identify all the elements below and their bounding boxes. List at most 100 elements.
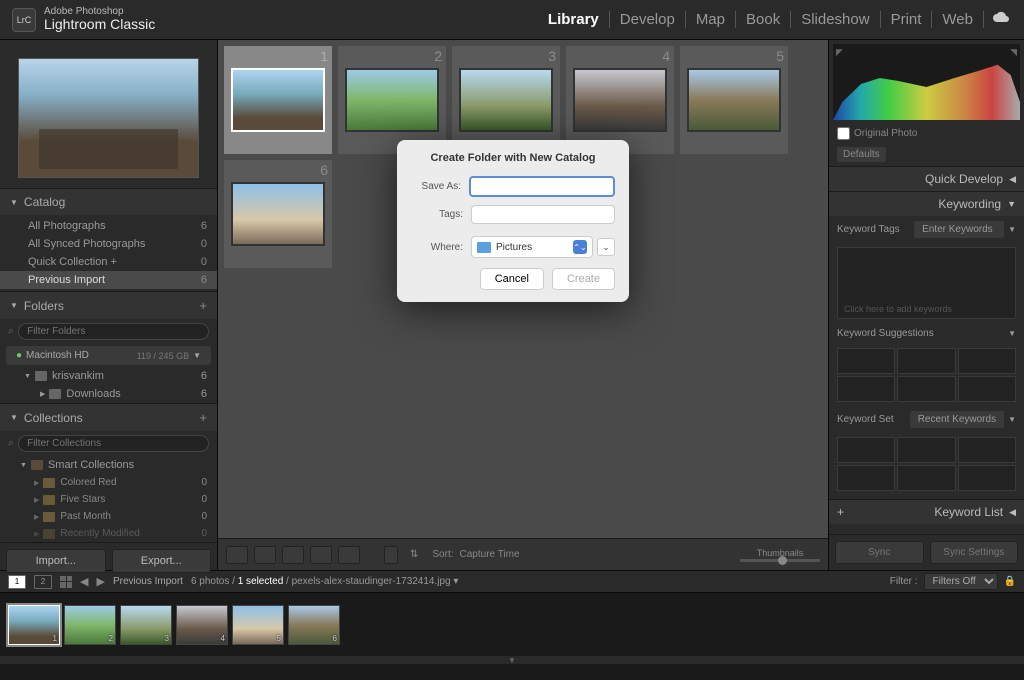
original-photo-checkbox[interactable] <box>837 127 850 140</box>
quick-develop-header[interactable]: Quick Develop◀ <box>829 166 1024 191</box>
grid-thumbnail[interactable]: 3 <box>452 46 560 154</box>
drive-row[interactable]: ● Macintosh HD 119 / 245 GB ▼ <box>6 346 211 365</box>
nav-print[interactable]: Print <box>881 11 933 28</box>
filmstrip-handle[interactable]: ▼ <box>0 656 1024 664</box>
filter-select[interactable]: Filters Off <box>924 573 998 590</box>
gear-collection-icon <box>43 512 55 522</box>
highlight-clip-icon[interactable]: ◥ <box>1010 47 1017 58</box>
filmstrip-thumb[interactable]: 3 <box>120 605 172 645</box>
filmstrip-thumb[interactable]: 4 <box>176 605 228 645</box>
expand-browser-icon[interactable]: ⌄ <box>597 238 615 256</box>
smart-collection-row[interactable]: ▶Colored Red0 <box>0 474 217 491</box>
prev-arrow-icon[interactable]: ◀ <box>80 575 88 588</box>
nav-slideshow[interactable]: Slideshow <box>791 11 880 28</box>
keyword-set-select[interactable]: Recent Keywords <box>910 411 1004 428</box>
painter-icon[interactable] <box>384 546 398 564</box>
shadow-clip-icon[interactable]: ◤ <box>836 47 843 58</box>
collections-header[interactable]: ▼ Collections + <box>0 404 217 431</box>
main-window-icon[interactable]: 1 <box>8 575 26 589</box>
filmstrip-thumb[interactable]: 5 <box>232 605 284 645</box>
second-window-icon[interactable]: 2 <box>34 575 52 589</box>
tags-input[interactable] <box>471 205 615 224</box>
keywording-header[interactable]: Keywording▼ <box>829 191 1024 216</box>
updown-icon: ⌃⌄ <box>573 240 587 254</box>
filmstrip-thumb[interactable]: 1 <box>8 605 60 645</box>
app-title: Adobe Photoshop Lightroom Classic <box>44 6 155 32</box>
nav-library[interactable]: Library <box>538 11 610 28</box>
loupe-view-icon[interactable] <box>254 546 276 564</box>
folder-icon <box>477 242 491 253</box>
grid-thumbnail[interactable]: 6 <box>224 160 332 268</box>
histogram[interactable]: ◤◥ <box>833 44 1020 120</box>
survey-view-icon[interactable] <box>310 546 332 564</box>
collection-filter-input[interactable] <box>18 435 209 452</box>
add-folder-icon[interactable]: + <box>199 298 207 313</box>
keyword-list-header[interactable]: +Keyword List◀ <box>829 499 1024 524</box>
keyword-entry-box[interactable]: Click here to add keywords <box>837 247 1016 319</box>
smart-collections-row[interactable]: ▼Smart Collections <box>0 456 217 474</box>
folder-filter-input[interactable] <box>18 323 209 340</box>
keyword-tags-select[interactable]: Enter Keywords <box>914 221 1004 238</box>
grid-thumbnail[interactable]: 1 <box>224 46 332 154</box>
smart-collection-row[interactable]: ▶Recently Modified0 <box>0 525 217 542</box>
source-label[interactable]: Previous Import <box>113 576 183 587</box>
catalog-row[interactable]: All Synced Photographs0 <box>0 235 217 253</box>
chevron-left-icon: ◀ <box>1009 507 1016 518</box>
import-button[interactable]: Import... <box>6 549 106 573</box>
smart-collection-row[interactable]: ▶Past Month0 <box>0 508 217 525</box>
catalog-row[interactable]: All Photographs6 <box>0 217 217 235</box>
folder-icon <box>49 389 61 399</box>
disclosure-triangle-icon: ▼ <box>20 462 27 469</box>
chevron-down-icon[interactable]: ▼ <box>193 351 201 360</box>
filter-label: Filter : <box>890 576 918 587</box>
sync-button[interactable]: Sync <box>835 541 924 564</box>
grid-icon[interactable] <box>60 576 72 588</box>
sort-value[interactable]: Capture Time <box>460 549 520 560</box>
chevron-down-icon[interactable]: ▼ <box>1008 225 1016 234</box>
catalog-row[interactable]: Quick Collection +0 <box>0 253 217 271</box>
filmstrip-thumb[interactable]: 2 <box>64 605 116 645</box>
grid-view-icon[interactable] <box>226 546 248 564</box>
chevron-down-icon: ▼ <box>1007 199 1016 209</box>
catalog-row-selected[interactable]: Previous Import6 <box>0 271 217 289</box>
grid-thumbnail[interactable]: 4 <box>566 46 674 154</box>
people-view-icon[interactable] <box>338 546 360 564</box>
sync-settings-button[interactable]: Sync Settings <box>930 541 1019 564</box>
smart-collection-row[interactable]: ▶Five Stars0 <box>0 491 217 508</box>
defaults-select[interactable]: Defaults <box>837 147 886 162</box>
grid-thumbnail[interactable]: 5 <box>680 46 788 154</box>
nav-web[interactable]: Web <box>932 11 984 28</box>
create-button[interactable]: Create <box>552 268 615 290</box>
sort-direction-icon[interactable]: ⇅ <box>410 549 418 560</box>
dialog-title: Create Folder with New Catalog <box>411 152 615 164</box>
chevron-down-icon[interactable]: ▼ <box>1008 415 1016 424</box>
lock-icon[interactable]: 🔒 <box>1004 576 1016 587</box>
photo-count: 6 photos / 1 selected / pexels-alex-stau… <box>191 576 458 587</box>
export-button[interactable]: Export... <box>112 549 212 573</box>
catalog-header[interactable]: ▼ Catalog <box>0 189 217 215</box>
folder-row[interactable]: ▼krisvankim6 <box>0 367 217 385</box>
keyword-set-label: Keyword Set <box>837 414 894 425</box>
chevron-left-icon: ◀ <box>1009 174 1016 185</box>
nav-map[interactable]: Map <box>686 11 736 28</box>
where-select[interactable]: Pictures ⌃⌄ <box>471 236 593 258</box>
disclosure-triangle-icon: ▼ <box>10 301 18 310</box>
preview-image[interactable] <box>18 58 199 178</box>
filmstrip-thumb[interactable]: 6 <box>288 605 340 645</box>
save-as-label: Save As: <box>411 181 461 192</box>
save-as-input[interactable] <box>469 176 615 197</box>
add-collection-icon[interactable]: + <box>199 410 207 425</box>
thumbnail-size-slider[interactable]: Thumbnails <box>740 548 820 562</box>
grid-thumbnail[interactable]: 2 <box>338 46 446 154</box>
next-arrow-icon[interactable]: ▶ <box>96 575 104 588</box>
compare-view-icon[interactable] <box>282 546 304 564</box>
filmstrip[interactable]: 1 2 3 4 5 6 <box>0 592 1024 656</box>
nav-develop[interactable]: Develop <box>610 11 686 28</box>
nav-book[interactable]: Book <box>736 11 791 28</box>
chevron-down-icon[interactable]: ▼ <box>1008 329 1016 338</box>
cancel-button[interactable]: Cancel <box>480 268 544 290</box>
folder-row[interactable]: ▶Downloads6 <box>0 385 217 403</box>
cloud-sync-icon[interactable] <box>992 11 1012 28</box>
folder-icon <box>35 371 47 381</box>
folders-header[interactable]: ▼ Folders + <box>0 292 217 319</box>
